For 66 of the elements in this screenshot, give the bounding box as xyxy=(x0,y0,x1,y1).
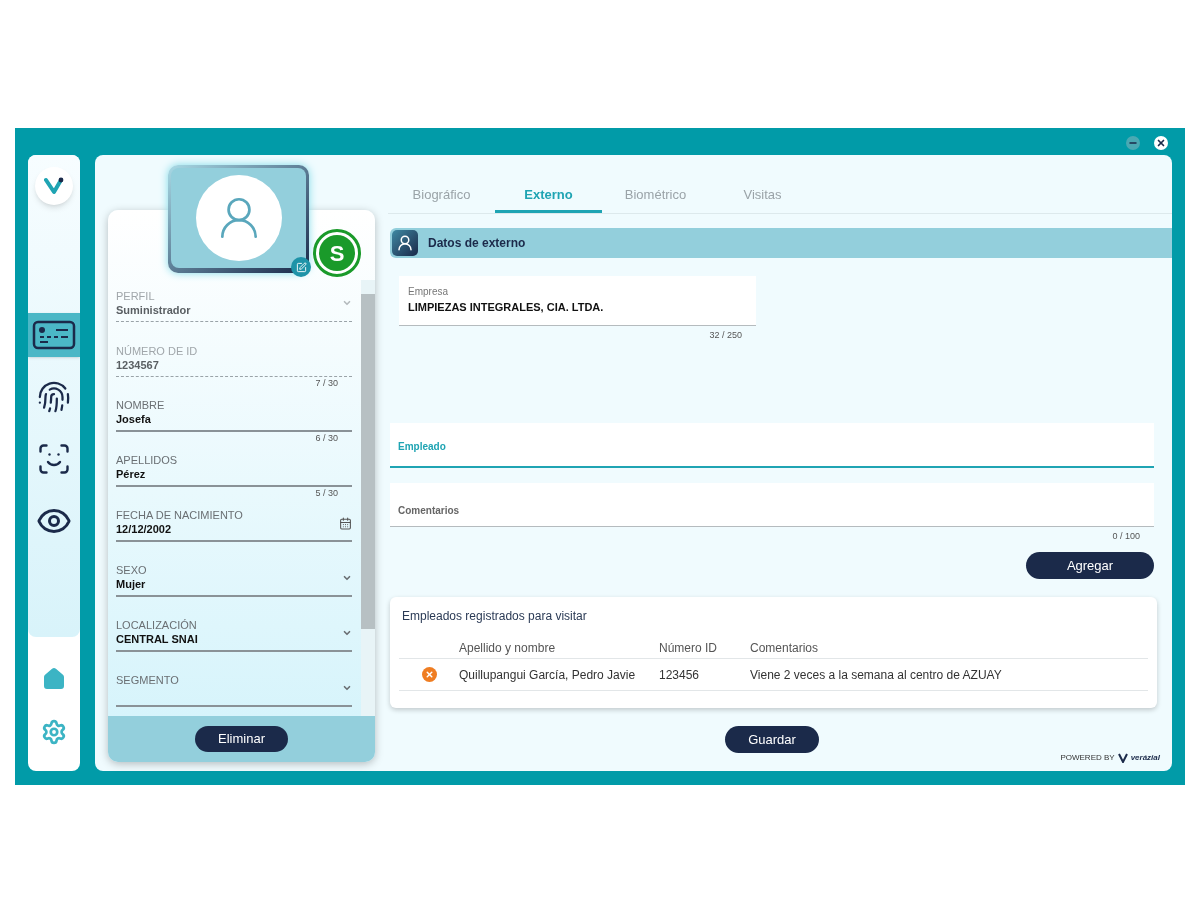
field-value: Mujer xyxy=(116,577,146,592)
powered-by-label: POWERED BY xyxy=(1060,752,1115,764)
input-field[interactable]: Empresa LIMPIEZAS INTEGRALES, CIA. LTDA. xyxy=(399,276,756,326)
column-header: Número ID xyxy=(659,639,718,657)
field-label: PERFIL xyxy=(116,289,155,303)
section-title: Datos de externo xyxy=(428,235,526,252)
character-counter: 0 / 100 xyxy=(1112,529,1140,543)
save-button[interactable]: Guardar xyxy=(725,726,819,753)
dropdown-field[interactable]: LOCALIZACIÓN CENTRAL SNAI xyxy=(116,610,352,652)
field-value: 1234567 xyxy=(116,358,159,373)
field-value: Suministrador xyxy=(116,303,191,318)
remove-button[interactable] xyxy=(421,667,437,682)
home-icon xyxy=(42,667,66,691)
settings-icon xyxy=(41,719,67,745)
input-field[interactable]: Comentarios xyxy=(390,482,1154,527)
fingerprint-icon xyxy=(37,380,71,414)
table-cell-text: Viene 2 veces a la semana al centro de AZUAY xyxy=(750,666,1002,684)
table-cell-text: Quillupangui García, Pedro Javie xyxy=(459,666,637,684)
field-label: LOCALIZACIÓN xyxy=(116,618,197,632)
sidebar-nav-button[interactable] xyxy=(28,313,80,357)
close-icon xyxy=(1156,138,1166,148)
column-header: Apellido y nombre xyxy=(459,639,557,657)
field-label: FECHA DE NACIMIENTO xyxy=(116,508,243,522)
character-counter: 5 / 30 xyxy=(315,487,338,500)
column-header: Comentarios xyxy=(750,639,819,657)
table-cell-text: 123456 xyxy=(659,666,701,684)
app-logo xyxy=(35,167,73,205)
dropdown-field[interactable]: SEGMENTO xyxy=(116,665,352,707)
field-value: Josefa xyxy=(116,412,151,427)
brand-name: verázial xyxy=(1130,752,1160,764)
field-label: Empleado xyxy=(398,440,446,452)
scrollbar[interactable] xyxy=(361,280,375,716)
character-counter: 32 / 250 xyxy=(709,329,742,342)
face-scan-icon xyxy=(36,441,72,477)
dropdown-caret-icon xyxy=(342,683,352,693)
field-label: SEGMENTO xyxy=(116,673,179,687)
dropdown-caret-icon xyxy=(342,573,352,583)
field-label: APELLIDOS xyxy=(116,453,178,467)
calendar-icon xyxy=(339,517,352,530)
id-card-icon xyxy=(32,320,76,350)
close-button[interactable] xyxy=(1154,136,1168,150)
field-label: Comentarios xyxy=(398,503,460,518)
character-counter: 6 / 30 xyxy=(315,432,338,445)
delete-button[interactable]: Eliminar xyxy=(195,726,288,752)
field-label: Empresa xyxy=(408,285,449,299)
minimize-button[interactable] xyxy=(1126,136,1140,150)
field-label: SEXO xyxy=(116,563,147,577)
input-field[interactable]: APELLIDOS Pérez xyxy=(116,445,352,487)
field-label: NOMBRE xyxy=(116,398,165,412)
dropdown-caret-icon xyxy=(342,298,352,308)
date-field[interactable]: FECHA DE NACIMIENTO 12/12/2002 xyxy=(116,500,352,542)
add-button[interactable]: Agregar xyxy=(1026,552,1154,579)
field-value: Pérez xyxy=(116,467,146,482)
edit-icon xyxy=(295,261,307,273)
input-field[interactable]: NOMBRE Josefa xyxy=(116,390,352,432)
dropdown-field[interactable]: SEXO Mujer xyxy=(116,555,352,597)
dropdown-caret-icon xyxy=(342,628,352,638)
character-counter: 7 / 30 xyxy=(315,377,338,390)
close-icon xyxy=(424,670,434,679)
field-value: LIMPIEZAS INTEGRALES, CIA. LTDA. xyxy=(408,300,605,315)
field-label: NÚMERO DE ID xyxy=(116,344,198,358)
brand-logo-icon xyxy=(1117,753,1128,763)
field-value: 12/12/2002 xyxy=(116,522,172,537)
field-value: CENTRAL SNAI xyxy=(116,632,198,647)
person-icon xyxy=(396,234,414,252)
table-title: Empleados registrados para visitar xyxy=(402,608,588,625)
